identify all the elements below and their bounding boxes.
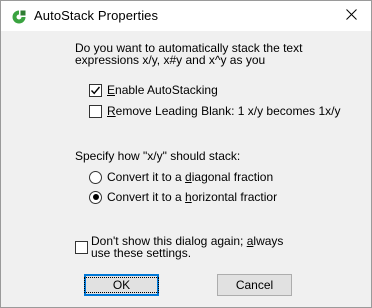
question-line-2: expressions x/y, x#y and x^y as you	[75, 53, 266, 67]
checkmark-icon	[90, 86, 101, 94]
remove-leading-blank-box[interactable]	[89, 104, 102, 118]
diagonal-radio-circle[interactable]	[89, 170, 102, 184]
horizontal-fraction-radio[interactable]: Convert it to a horizontal fractior	[89, 190, 277, 204]
cancel-label: Cancel	[235, 278, 274, 292]
horizontal-radio-circle[interactable]	[89, 190, 102, 204]
dont-show-again-checkbox[interactable]: Don't show this dialog again; always use…	[75, 235, 283, 259]
cancel-button[interactable]: Cancel	[217, 274, 292, 296]
autostack-properties-dialog: AutoStack Properties Do you want to auto…	[0, 0, 372, 308]
close-button[interactable]	[331, 1, 371, 31]
dont-show-again-box[interactable]	[75, 241, 88, 254]
enable-autostacking-label: Enable AutoStacking	[107, 83, 218, 97]
ok-label: OK	[83, 277, 160, 293]
horizontal-fraction-label: Convert it to a horizontal fractior	[107, 190, 278, 204]
close-icon	[345, 9, 357, 23]
enable-autostacking-checkbox[interactable]: Enable AutoStacking	[89, 83, 218, 97]
ok-button[interactable]: OK	[83, 274, 160, 296]
dont-show-again-label: Don't show this dialog again; always use…	[91, 234, 284, 260]
radio-selected-dot	[92, 194, 99, 200]
autostack-app-icon	[11, 9, 27, 25]
dialog-client-area: Do you want to automatically stack the t…	[1, 31, 371, 307]
remove-leading-blank-label: Remove Leading Blank: 1 x/y becomes 1x/y	[107, 104, 341, 118]
stack-prompt: Specify how "x/y" should stack:	[75, 149, 241, 163]
title-bar[interactable]: AutoStack Properties	[1, 1, 371, 31]
enable-autostacking-box[interactable]	[89, 83, 102, 97]
diagonal-fraction-radio[interactable]: Convert it to a diagonal fraction	[89, 170, 273, 184]
window-title: AutoStack Properties	[34, 8, 159, 23]
diagonal-fraction-label: Convert it to a diagonal fraction	[107, 170, 274, 184]
remove-leading-blank-checkbox[interactable]: Remove Leading Blank: 1 x/y becomes 1x/y	[89, 104, 340, 118]
